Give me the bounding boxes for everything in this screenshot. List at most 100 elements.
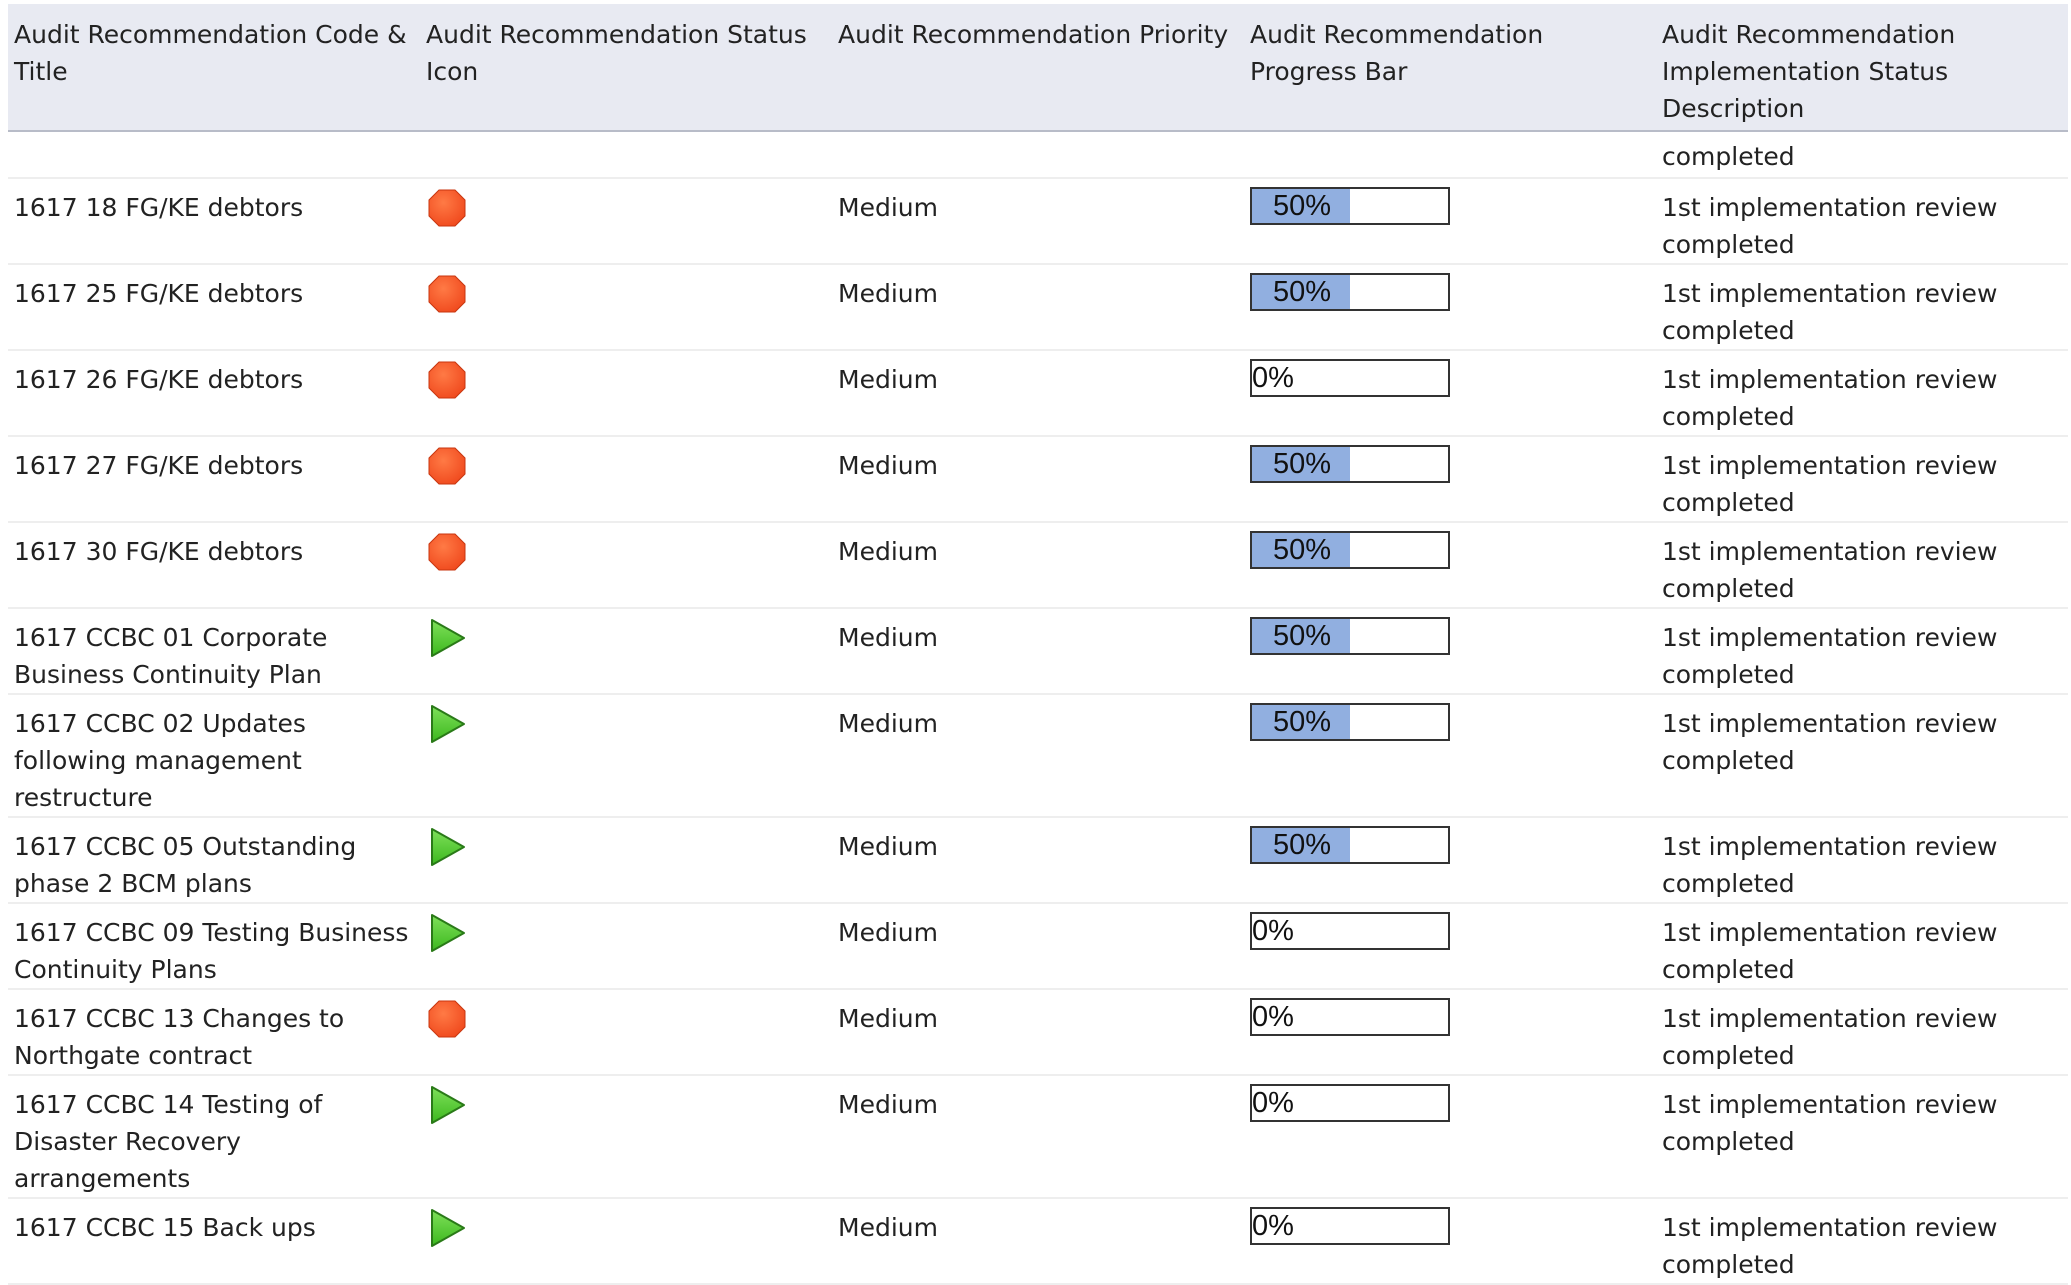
status-description-cell: completed <box>1656 131 2068 179</box>
status-icon-cell <box>420 522 832 609</box>
status-description-cell: 1st implementation review completed <box>1656 350 2068 437</box>
green-play-icon <box>431 619 465 657</box>
red-octagon-icon <box>428 275 466 313</box>
progress-bar-label: 50% <box>1272 276 1332 308</box>
column-header-status-icon[interactable]: Audit Recommendation Status Icon <box>420 4 832 132</box>
progress-bar-label: 50% <box>1272 829 1332 861</box>
progress-bar-cell: 50% <box>1244 817 1656 904</box>
status-icon-cell <box>420 989 832 1076</box>
table-row[interactable]: 1617 CCBC 15 Back ups Medium 0% 1st impleme… <box>8 1198 2068 1285</box>
green-play-icon <box>431 705 465 743</box>
status-description-cell: 1st implementation review completed <box>1656 817 2068 904</box>
audit-recommendations-table: Audit Recommendation Code & Title Audit … <box>8 4 2068 1285</box>
priority-cell: Medium <box>832 1198 1244 1285</box>
progress-bar-cell: 0% <box>1244 1198 1656 1285</box>
status-icon-cell <box>420 436 832 523</box>
recommendation-title-cell[interactable]: 1617 25 FG/KE debtors <box>8 264 420 351</box>
cell-empty <box>832 131 1244 179</box>
red-octagon-icon <box>428 361 466 399</box>
status-description-cell: 1st implementation review completed <box>1656 1075 2068 1199</box>
cell-empty <box>1244 131 1656 179</box>
priority-cell: Medium <box>832 608 1244 695</box>
red-octagon-icon <box>428 533 466 571</box>
progress-bar-cell: 0% <box>1244 903 1656 990</box>
progress-bar-cell: 50% <box>1244 436 1656 523</box>
recommendation-title-cell[interactable]: 1617 27 FG/KE debtors <box>8 436 420 523</box>
audit-recommendations-table-container: Audit Recommendation Code & Title Audit … <box>8 4 2068 1285</box>
table-row[interactable]: 1617 25 FG/KE debtors Medium 50% 1st implem… <box>8 264 2068 351</box>
table-row[interactable]: 1617 CCBC 09 Testing Business Continuity… <box>8 903 2068 990</box>
status-icon-cell <box>420 694 832 818</box>
status-description-cell: 1st implementation review completed <box>1656 522 2068 609</box>
priority-cell: Medium <box>832 436 1244 523</box>
status-description-cell: 1st implementation review completed <box>1656 903 2068 990</box>
table-row[interactable]: 1617 30 FG/KE debtors Medium 50% 1st implem… <box>8 522 2068 609</box>
status-description-cell: 1st implementation review completed <box>1656 436 2068 523</box>
progress-bar-cell: 50% <box>1244 608 1656 695</box>
header-row: Audit Recommendation Code & Title Audit … <box>8 4 2068 132</box>
status-icon-cell <box>420 1198 832 1285</box>
priority-cell: Medium <box>832 989 1244 1076</box>
status-description-cell: 1st implementation review completed <box>1656 694 2068 818</box>
red-octagon-icon <box>428 1000 466 1038</box>
green-play-icon <box>431 914 465 952</box>
priority-cell: Medium <box>832 1075 1244 1199</box>
column-header-code-title[interactable]: Audit Recommendation Code & Title <box>8 4 420 132</box>
progress-bar-cell: 50% <box>1244 178 1656 265</box>
table-header: Audit Recommendation Code & Title Audit … <box>8 4 2068 132</box>
progress-bar: 50% <box>1250 703 1450 741</box>
recommendation-title-cell[interactable]: 1617 CCBC 05 Outstanding phase 2 BCM pla… <box>8 817 420 904</box>
progress-bar-label: 0% <box>1252 1087 1294 1119</box>
recommendation-title-cell[interactable]: 1617 26 FG/KE debtors <box>8 350 420 437</box>
recommendation-title-cell[interactable]: 1617 CCBC 01 Corporate Business Continui… <box>8 608 420 695</box>
recommendation-title-cell[interactable]: 1617 CCBC 14 Testing of Disaster Recover… <box>8 1075 420 1199</box>
column-header-progress-bar[interactable]: Audit Recommendation Progress Bar <box>1244 4 1656 132</box>
progress-bar-label: 50% <box>1272 534 1332 566</box>
red-octagon-icon <box>428 447 466 485</box>
table-row[interactable]: 1617 CCBC 13 Changes to Northgate contra… <box>8 989 2068 1076</box>
priority-cell: Medium <box>832 817 1244 904</box>
table-row[interactable]: 1617 18 FG/KE debtors Medium 50% 1st implem… <box>8 178 2068 265</box>
progress-bar: 0% <box>1250 359 1450 397</box>
progress-bar: 0% <box>1250 1084 1450 1122</box>
status-icon-cell <box>420 178 832 265</box>
progress-bar: 50% <box>1250 826 1450 864</box>
recommendation-title-cell[interactable]: 1617 CCBC 09 Testing Business Continuity… <box>8 903 420 990</box>
status-description-cell: 1st implementation review completed <box>1656 608 2068 695</box>
progress-bar-label: 50% <box>1272 190 1332 222</box>
status-icon-cell <box>420 350 832 437</box>
green-play-icon <box>431 1086 465 1124</box>
recommendation-title-cell[interactable]: 1617 CCBC 13 Changes to Northgate contra… <box>8 989 420 1076</box>
priority-cell: Medium <box>832 903 1244 990</box>
progress-bar: 50% <box>1250 531 1450 569</box>
priority-cell: Medium <box>832 350 1244 437</box>
progress-bar-label: 0% <box>1252 915 1294 947</box>
progress-bar-label: 50% <box>1272 620 1332 652</box>
table-row[interactable]: 1617 CCBC 02 Updates following managemen… <box>8 694 2068 818</box>
recommendation-title-cell[interactable]: 1617 CCBC 15 Back ups <box>8 1198 420 1285</box>
table-row-partial: completed <box>8 131 2068 179</box>
green-play-icon <box>431 828 465 866</box>
table-row[interactable]: 1617 27 FG/KE debtors Medium 50% 1st implem… <box>8 436 2068 523</box>
progress-bar-label: 0% <box>1252 1210 1294 1242</box>
table-row[interactable]: 1617 CCBC 05 Outstanding phase 2 BCM pla… <box>8 817 2068 904</box>
progress-bar-cell: 50% <box>1244 522 1656 609</box>
priority-cell: Medium <box>832 522 1244 609</box>
column-header-status-description[interactable]: Audit Recommendation Implementation Stat… <box>1656 4 2068 132</box>
column-header-priority[interactable]: Audit Recommendation Priority <box>832 4 1244 132</box>
table-row[interactable]: 1617 26 FG/KE debtors Medium 0% 1st impleme… <box>8 350 2068 437</box>
table-row[interactable]: 1617 CCBC 01 Corporate Business Continui… <box>8 608 2068 695</box>
table-row[interactable]: 1617 CCBC 14 Testing of Disaster Recover… <box>8 1075 2068 1199</box>
progress-bar: 0% <box>1250 1207 1450 1245</box>
progress-bar-cell: 0% <box>1244 1075 1656 1199</box>
recommendation-title-cell[interactable]: 1617 CCBC 02 Updates following managemen… <box>8 694 420 818</box>
progress-bar-cell: 0% <box>1244 350 1656 437</box>
recommendation-title-cell[interactable]: 1617 30 FG/KE debtors <box>8 522 420 609</box>
recommendation-title-cell[interactable]: 1617 18 FG/KE debtors <box>8 178 420 265</box>
green-play-icon <box>431 1209 465 1247</box>
progress-bar-label: 50% <box>1272 706 1332 738</box>
red-octagon-icon <box>428 189 466 227</box>
cell-empty <box>8 131 420 179</box>
status-icon-cell <box>420 608 832 695</box>
progress-bar-cell: 50% <box>1244 694 1656 818</box>
